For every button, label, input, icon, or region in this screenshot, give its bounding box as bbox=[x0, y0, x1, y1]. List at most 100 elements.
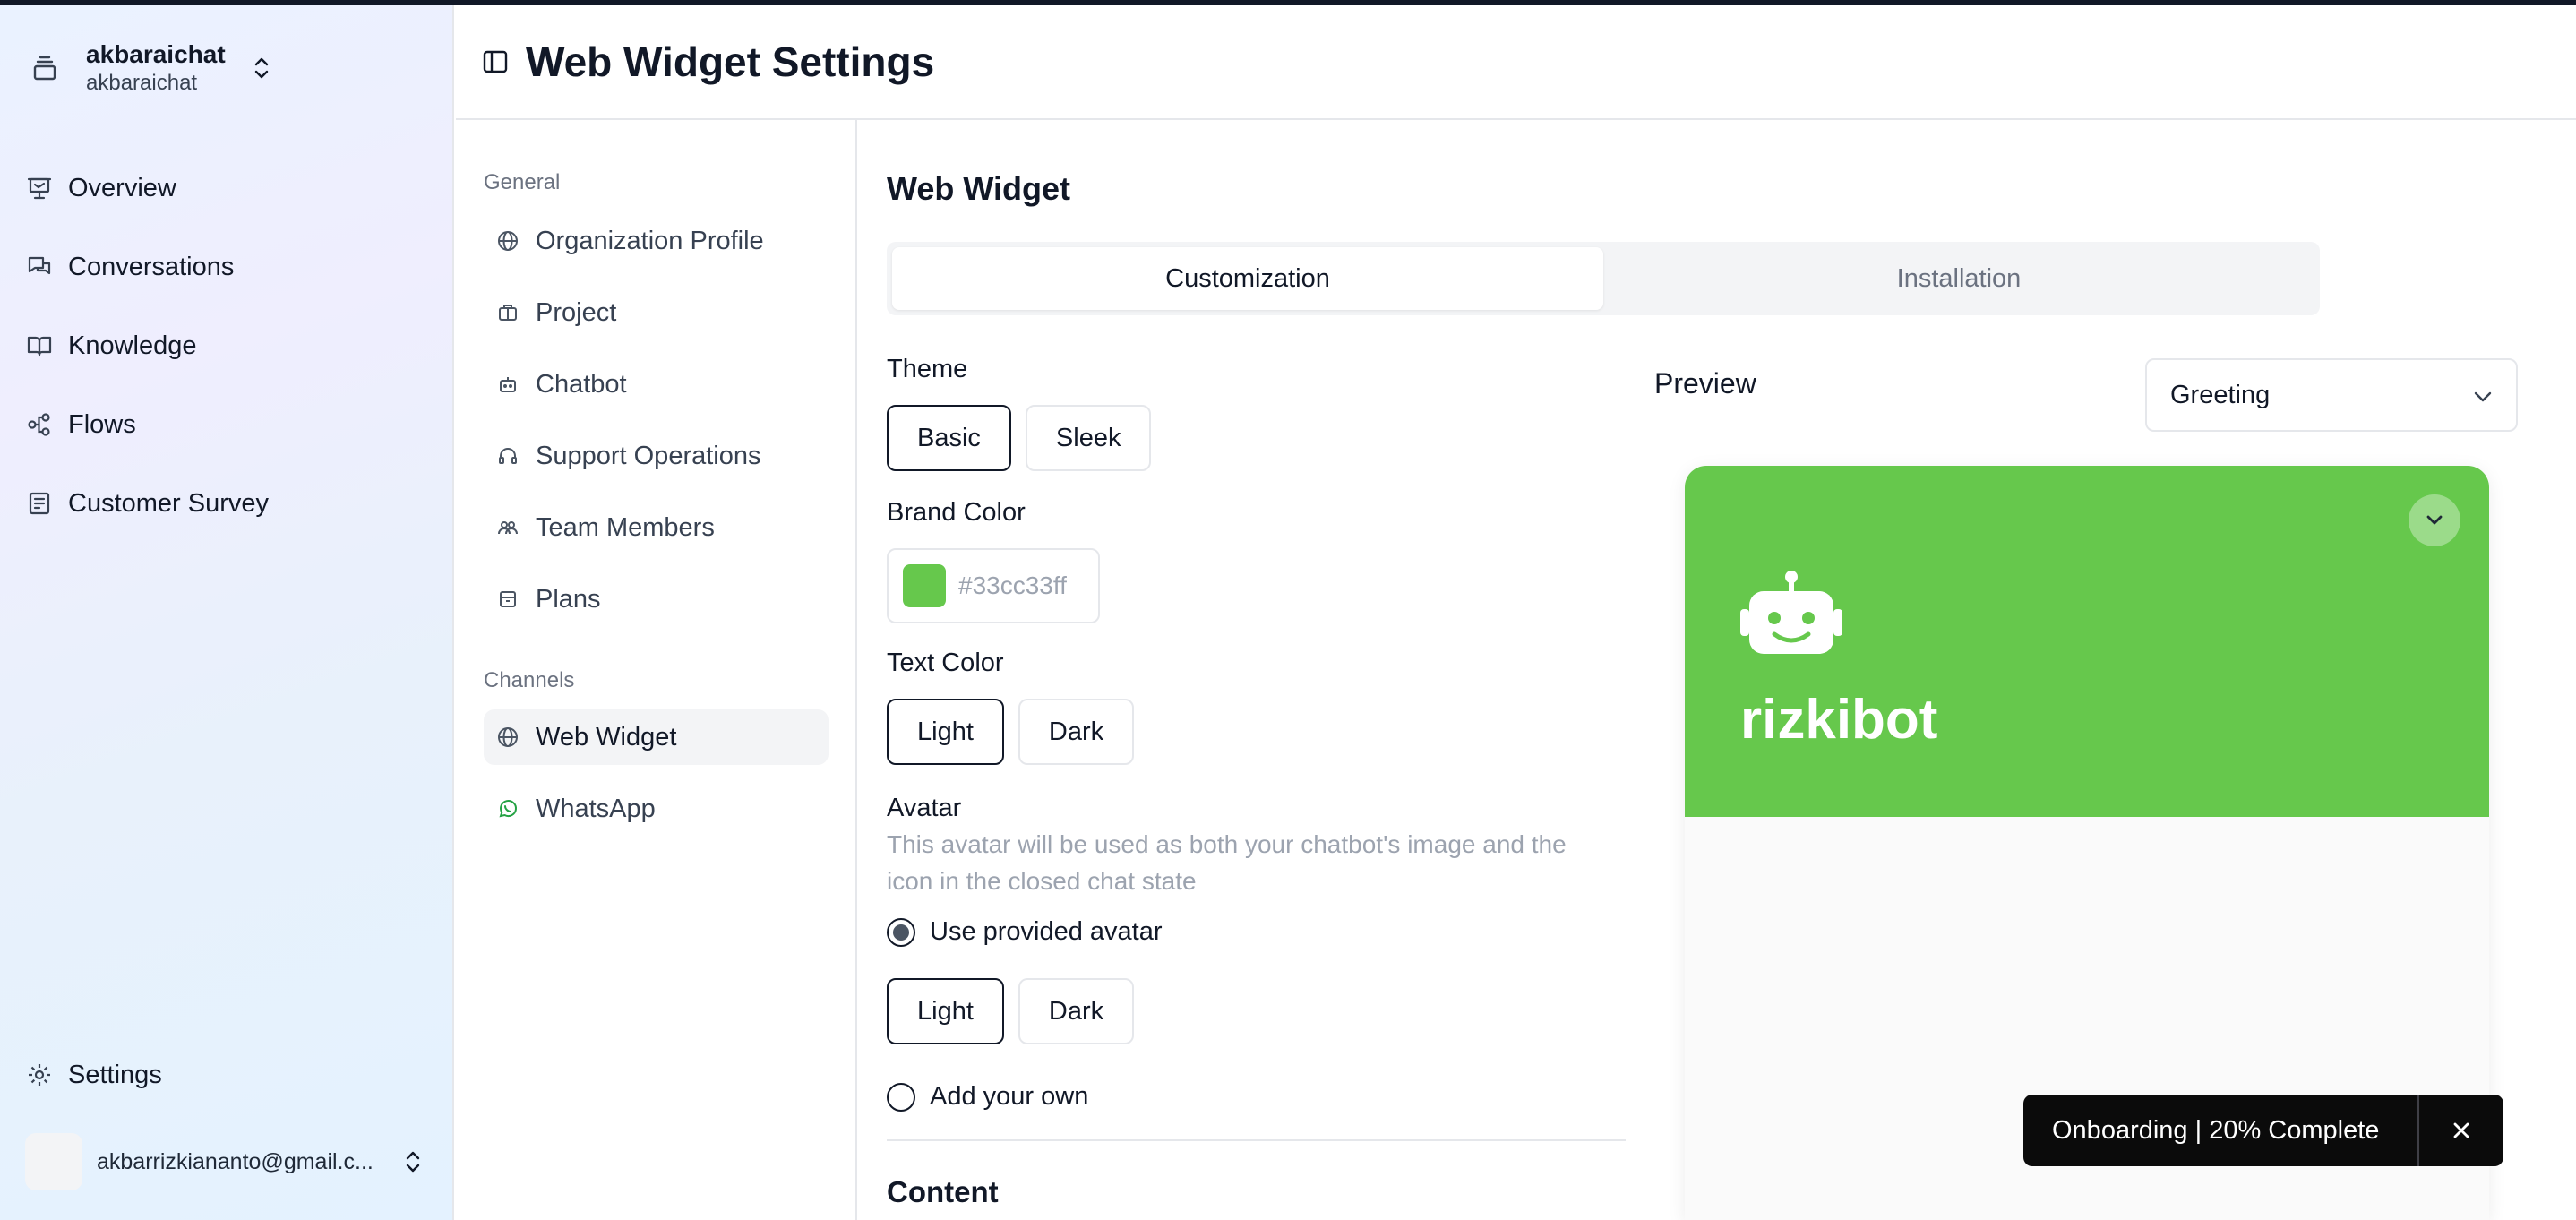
nav-item-knowledge[interactable]: Knowledge bbox=[23, 306, 435, 385]
theme-label: Theme bbox=[887, 355, 968, 383]
tab-customization[interactable]: Customization bbox=[892, 247, 1603, 310]
group-label-general: General bbox=[484, 170, 561, 194]
avatar-options: Light Dark bbox=[887, 978, 1135, 1044]
users-icon bbox=[496, 516, 519, 539]
text-color-light-button[interactable]: Light bbox=[887, 699, 1004, 765]
whatsapp-icon bbox=[496, 797, 519, 820]
color-swatch[interactable] bbox=[903, 564, 946, 607]
globe-icon bbox=[496, 726, 519, 749]
avatar-dark-button[interactable]: Dark bbox=[1018, 978, 1135, 1044]
text-color-label: Text Color bbox=[887, 649, 1004, 677]
app-sidebar: akbaraichat akbaraichat Overview Convers… bbox=[0, 5, 454, 1220]
radio-label: Use provided avatar bbox=[930, 917, 1163, 946]
settings-item-label: Team Members bbox=[536, 512, 715, 542]
book-icon bbox=[23, 330, 56, 362]
bot-icon bbox=[496, 373, 519, 396]
tab-installation[interactable]: Installation bbox=[1603, 247, 2314, 310]
robot-icon bbox=[1740, 570, 1842, 660]
archive-icon bbox=[496, 588, 519, 611]
nav-item-flows[interactable]: Flows bbox=[23, 385, 435, 464]
settings-item-label: WhatsApp bbox=[536, 794, 656, 823]
radio-unchecked[interactable] bbox=[887, 1082, 915, 1112]
settings-item-label: Plans bbox=[536, 584, 601, 614]
page-header: Web Widget Settings bbox=[456, 5, 2576, 120]
use-provided-avatar-radio[interactable]: Use provided avatar bbox=[887, 917, 1163, 947]
chevron-down-icon[interactable] bbox=[2409, 494, 2460, 546]
select-value: Greeting bbox=[2170, 380, 2271, 409]
settings-item-project[interactable]: Project bbox=[484, 285, 829, 340]
settings-label: Settings bbox=[68, 1060, 162, 1089]
chevron-down-icon bbox=[2473, 381, 2493, 410]
settings-item-label: Chatbot bbox=[536, 369, 627, 399]
bot-name: rizkibot bbox=[1740, 689, 1938, 751]
section-title: Web Widget bbox=[887, 170, 1070, 207]
settings-item-organization-profile[interactable]: Organization Profile bbox=[484, 213, 829, 269]
theme-sleek-button[interactable]: Sleek bbox=[1025, 405, 1152, 471]
settings-item-whatsapp[interactable]: WhatsApp bbox=[484, 781, 829, 837]
briefcase-icon bbox=[496, 301, 519, 324]
survey-icon bbox=[23, 487, 56, 520]
nav-item-settings[interactable]: Settings bbox=[23, 1035, 162, 1114]
nav-item-conversations[interactable]: Conversations bbox=[23, 228, 435, 306]
presentation-icon bbox=[23, 172, 56, 204]
main-nav: Overview Conversations Knowledge Flows C… bbox=[23, 149, 435, 543]
close-icon[interactable] bbox=[2419, 1095, 2503, 1166]
onboarding-toast[interactable]: Onboarding | 20% Complete bbox=[2023, 1095, 2503, 1166]
main-content: Web Widget Customization Installation Th… bbox=[859, 120, 2576, 1220]
page-title: Web Widget Settings bbox=[526, 39, 935, 85]
preview-label: Preview bbox=[1654, 367, 1756, 400]
chevron-up-down-icon bbox=[399, 1144, 426, 1180]
add-your-own-radio[interactable]: Add your own bbox=[887, 1082, 1088, 1112]
chat-bubbles-icon bbox=[23, 251, 56, 283]
divider bbox=[887, 1139, 1626, 1141]
nav-item-overview[interactable]: Overview bbox=[23, 149, 435, 228]
settings-nav: General Organization Profile Project Cha… bbox=[456, 120, 857, 1220]
stack-icon bbox=[27, 50, 63, 86]
theme-options: Basic Sleek bbox=[887, 405, 1152, 471]
user-email: akbarrizkiananto@gmail.c... bbox=[97, 1148, 374, 1174]
avatar-label: Avatar bbox=[887, 794, 962, 822]
radio-checked[interactable] bbox=[887, 917, 915, 947]
settings-item-web-widget[interactable]: Web Widget bbox=[484, 709, 829, 765]
settings-item-label: Organization Profile bbox=[536, 226, 764, 255]
org-subtitle: akbaraichat bbox=[86, 71, 198, 95]
chevron-up-down-icon bbox=[247, 50, 276, 86]
nav-label: Customer Survey bbox=[68, 488, 270, 518]
avatar bbox=[25, 1133, 82, 1190]
theme-basic-button[interactable]: Basic bbox=[887, 405, 1011, 471]
onboarding-progress-text: Onboarding | 20% Complete bbox=[2052, 1115, 2380, 1145]
sidebar-toggle-icon[interactable] bbox=[477, 44, 513, 80]
text-color-dark-button[interactable]: Dark bbox=[1018, 699, 1135, 765]
gear-icon bbox=[23, 1059, 56, 1091]
nav-label: Flows bbox=[68, 409, 136, 439]
settings-item-plans[interactable]: Plans bbox=[484, 571, 829, 627]
content-section-title: Content bbox=[887, 1175, 999, 1208]
nav-item-customer-survey[interactable]: Customer Survey bbox=[23, 464, 435, 543]
text-color-options: Light Dark bbox=[887, 699, 1135, 765]
widget-header: rizkibot bbox=[1685, 466, 2489, 817]
brand-color-input[interactable]: #33cc33ff bbox=[887, 548, 1100, 623]
nav-label: Conversations bbox=[68, 252, 235, 281]
settings-item-chatbot[interactable]: Chatbot bbox=[484, 357, 829, 412]
group-label-channels: Channels bbox=[484, 668, 575, 692]
settings-item-label: Project bbox=[536, 297, 617, 327]
org-name: akbaraichat bbox=[86, 40, 226, 68]
globe-icon bbox=[496, 229, 519, 253]
settings-item-support-operations[interactable]: Support Operations bbox=[484, 428, 829, 484]
radio-label: Add your own bbox=[930, 1082, 1089, 1111]
settings-item-label: Support Operations bbox=[536, 441, 761, 470]
nav-label: Knowledge bbox=[68, 331, 197, 360]
color-value: #33cc33ff bbox=[958, 571, 1067, 599]
tab-list: Customization Installation bbox=[887, 242, 2320, 315]
user-menu[interactable]: akbarrizkiananto@gmail.c... bbox=[25, 1130, 428, 1193]
nav-label: Overview bbox=[68, 173, 176, 202]
settings-item-label: Web Widget bbox=[536, 722, 677, 752]
preview-state-select[interactable]: Greeting bbox=[2145, 358, 2518, 432]
headset-icon bbox=[496, 444, 519, 468]
avatar-help-text: This avatar will be used as both your ch… bbox=[887, 830, 1567, 895]
brand-color-label: Brand Color bbox=[887, 498, 1026, 527]
avatar-light-button[interactable]: Light bbox=[887, 978, 1004, 1044]
workflow-icon bbox=[23, 408, 56, 441]
settings-item-team-members[interactable]: Team Members bbox=[484, 500, 829, 555]
org-switcher[interactable]: akbaraichat akbaraichat bbox=[27, 32, 296, 104]
